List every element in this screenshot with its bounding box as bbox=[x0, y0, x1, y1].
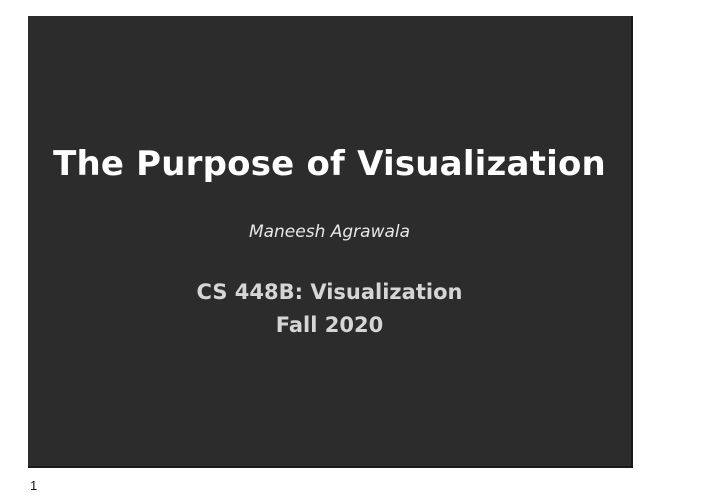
slide: The Purpose of Visualization Maneesh Agr… bbox=[28, 16, 633, 468]
slide-course: CS 448B: Visualization bbox=[196, 280, 463, 304]
page-number: 1 bbox=[30, 478, 38, 493]
slide-author: Maneesh Agrawala bbox=[248, 222, 411, 242]
slide-term: Fall 2020 bbox=[275, 313, 384, 337]
slide-title: The Purpose of Visualization bbox=[53, 144, 606, 184]
